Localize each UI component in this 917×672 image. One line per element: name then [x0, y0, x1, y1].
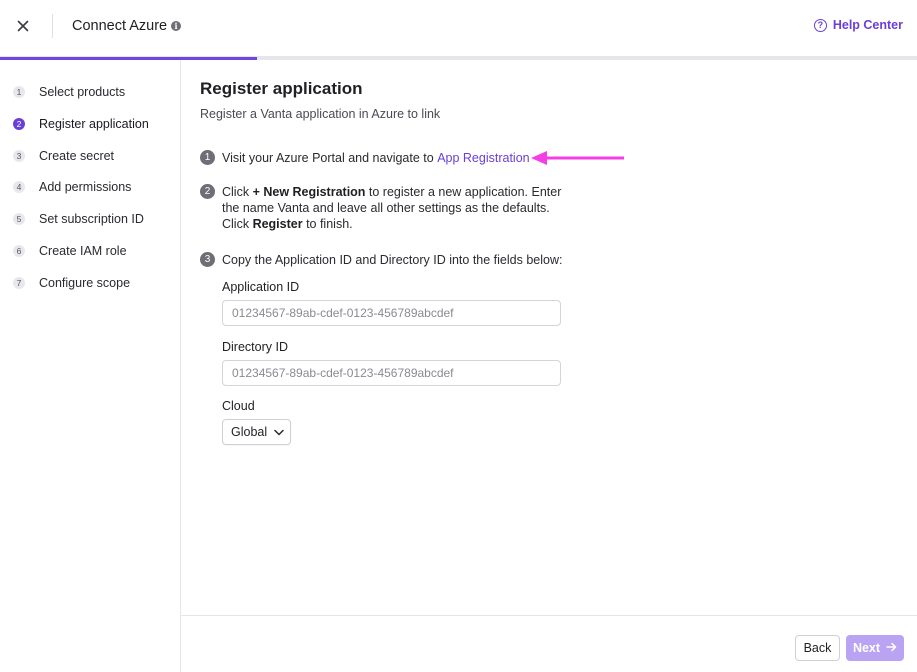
- instruction-step-2: 2 Click + New Registration to register a…: [200, 184, 562, 232]
- step-label: Create IAM role: [39, 244, 127, 258]
- step-label: Select products: [39, 85, 126, 99]
- sidebar-step-register-application[interactable]: 2 Register application: [13, 117, 149, 131]
- cloud-label: Cloud: [222, 399, 255, 413]
- instruction-text: Click + New Registration to register a n…: [222, 184, 562, 232]
- sidebar-step-add-permissions[interactable]: 4 Add permissions: [13, 180, 131, 194]
- instruction-text: Copy the Application ID and Directory ID…: [222, 253, 563, 267]
- page-title: Connect Azure: [72, 18, 168, 34]
- instruction-step-1: 1 Visit your Azure Portal and navigate t…: [200, 150, 582, 166]
- step-number: 6: [13, 245, 25, 257]
- instruction-text: Visit your Azure Portal and navigate to …: [222, 150, 582, 166]
- footer-divider: [181, 615, 917, 616]
- sidebar-step-select-products[interactable]: 1 Select products: [13, 85, 125, 99]
- annotation-arrow-icon: [531, 148, 626, 171]
- header-divider: [52, 14, 53, 38]
- next-button[interactable]: Next: [846, 635, 904, 661]
- arrow-right-icon: [886, 641, 897, 655]
- step-number: 3: [13, 150, 25, 162]
- help-icon: ?: [813, 18, 827, 32]
- sidebar-step-set-subscription-id[interactable]: 5 Set subscription ID: [13, 212, 144, 226]
- step-number: 2: [13, 118, 25, 130]
- directory-id-label: Directory ID: [222, 340, 288, 354]
- application-id-label: Application ID: [222, 280, 300, 294]
- new-registration-emphasis: + New Registration: [252, 185, 366, 199]
- step-number: 7: [13, 277, 25, 289]
- directory-id-input[interactable]: [222, 360, 561, 386]
- instruction-number: 2: [200, 184, 215, 199]
- help-center-label: Help Center: [832, 18, 903, 32]
- help-center-link[interactable]: ? Help Center: [813, 18, 903, 32]
- header: Connect Azure i ? Help Center: [0, 0, 917, 57]
- instruction-text-part: to finish.: [302, 217, 353, 231]
- instruction-number: 1: [200, 150, 215, 165]
- section-title: Register application: [200, 79, 363, 98]
- step-number: 5: [13, 213, 25, 225]
- sidebar-step-configure-scope[interactable]: 7 Configure scope: [13, 276, 130, 290]
- step-label: Configure scope: [39, 276, 131, 290]
- sidebar-step-create-iam-role[interactable]: 6 Create IAM role: [13, 244, 127, 258]
- next-button-label: Next: [852, 641, 881, 655]
- sidebar-step-create-secret[interactable]: 3 Create secret: [13, 149, 114, 163]
- step-number: 4: [13, 181, 25, 193]
- step-label: Register application: [39, 117, 149, 131]
- app-registration-link[interactable]: App Registration: [437, 151, 529, 165]
- instruction-text-part: Click: [222, 185, 253, 199]
- section-subtitle: Register a Vanta application in Azure to…: [200, 107, 441, 121]
- step-label: Create secret: [39, 149, 115, 163]
- instruction-number: 3: [200, 252, 215, 267]
- sidebar: 1 Select products 2 Register application…: [0, 60, 181, 672]
- instruction-step-3: 3 Copy the Application ID and Directory …: [200, 252, 582, 268]
- step-number: 1: [13, 86, 25, 98]
- back-button[interactable]: Back: [795, 635, 840, 661]
- close-icon[interactable]: [14, 17, 32, 35]
- step-label: Add permissions: [39, 180, 132, 194]
- cloud-select[interactable]: Global: [222, 419, 291, 445]
- step-label: Set subscription ID: [39, 212, 144, 226]
- instruction-text-part: Visit your Azure Portal and navigate to: [222, 151, 434, 165]
- application-id-input[interactable]: [222, 300, 561, 326]
- cloud-select-value: Global: [231, 425, 268, 439]
- register-emphasis: Register: [252, 217, 303, 231]
- info-icon[interactable]: i: [171, 21, 181, 31]
- chevron-down-icon: [274, 425, 284, 439]
